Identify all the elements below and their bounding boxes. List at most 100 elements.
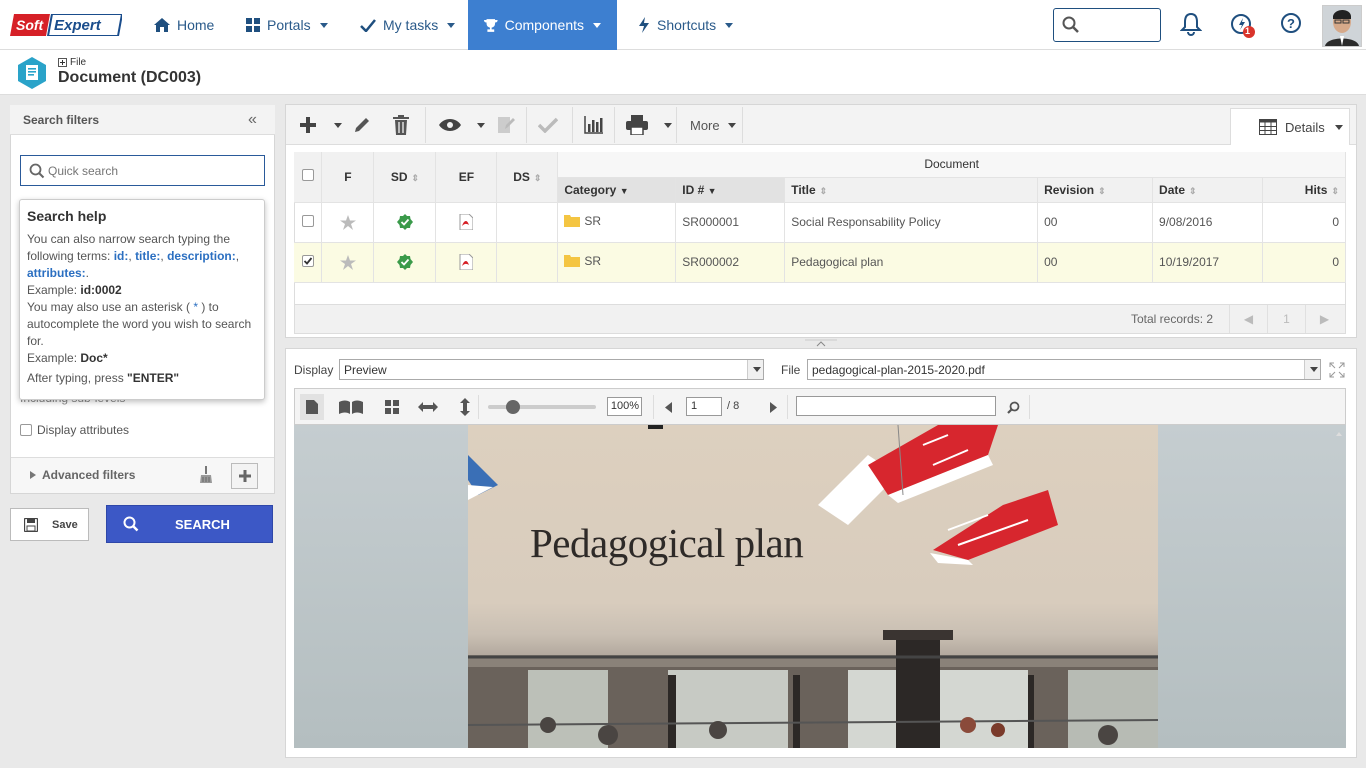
panel-splitter-handle[interactable] <box>805 338 837 348</box>
breadcrumb[interactable]: File <box>58 57 86 68</box>
bar-chart-icon <box>584 116 603 134</box>
next-page-icon[interactable] <box>767 398 779 416</box>
table-row-selected[interactable]: SR SR000002 Pedagogical plan 00 10/19/20… <box>294 242 1347 283</box>
trash-icon <box>393 115 409 135</box>
favorite-star-icon[interactable] <box>321 242 375 283</box>
previous-page-icon[interactable] <box>662 398 674 416</box>
display-attributes-option[interactable]: Display attributes <box>20 423 129 437</box>
select-all-checkbox[interactable] <box>301 169 314 182</box>
pdf-file-icon[interactable] <box>435 202 498 243</box>
favorite-star-icon[interactable] <box>321 202 375 243</box>
grid-icon <box>246 18 260 32</box>
column-header-title[interactable]: Title ⇕ <box>784 177 1039 203</box>
activity-compass-icon[interactable]: 1 <box>1230 12 1256 38</box>
zoom-slider-handle[interactable] <box>506 400 520 414</box>
statistics-button[interactable] <box>582 112 606 138</box>
softexpert-logo[interactable]: Soft Expert <box>10 14 122 36</box>
nav-shortcuts[interactable]: Shortcuts <box>622 0 749 50</box>
hits-cell: 0 <box>1262 242 1347 283</box>
hits-cell: 0 <box>1262 202 1347 243</box>
file-select[interactable]: pedagogical-plan-2015-2020.pdf <box>807 359 1321 380</box>
column-header-ds[interactable]: DS ⇕ <box>496 152 559 203</box>
column-header-date[interactable]: Date ⇕ <box>1152 177 1263 203</box>
collapse-panel-icon[interactable]: « <box>248 112 257 128</box>
two-page-view-icon[interactable] <box>338 398 364 416</box>
search-icon <box>1062 16 1079 33</box>
fit-height-icon[interactable] <box>458 398 472 416</box>
search-help-title: Search help <box>27 208 107 224</box>
thumbnail-grid-icon[interactable] <box>383 398 401 416</box>
display-select-value: Preview <box>344 363 387 377</box>
column-header-category[interactable]: Category ▼ <box>557 177 677 203</box>
find-in-document-input[interactable] <box>796 396 996 416</box>
title-cell: Pedagogical plan <box>784 242 1039 283</box>
chevron-down-icon <box>725 22 734 28</box>
edit-button[interactable] <box>350 112 374 138</box>
column-header-f[interactable]: F <box>321 152 375 203</box>
chevron-down-icon <box>319 22 328 28</box>
display-select[interactable]: Preview <box>339 359 764 380</box>
checkout-button[interactable] <box>495 112 517 138</box>
pdf-page-photo <box>468 425 1158 748</box>
column-header-sd[interactable]: SD ⇕ <box>373 152 437 203</box>
approve-button[interactable] <box>536 112 560 138</box>
page-number-input[interactable]: 1 <box>686 397 722 416</box>
clear-filters-broom-icon[interactable] <box>198 466 214 484</box>
search-button[interactable]: SEARCH <box>106 505 273 543</box>
zoom-slider[interactable] <box>488 405 596 409</box>
view-button[interactable] <box>437 112 463 138</box>
display-attributes-checkbox[interactable] <box>20 424 32 436</box>
pencil-icon <box>355 118 369 132</box>
previous-page-button[interactable]: ◀ <box>1229 305 1267 333</box>
details-view-tab[interactable]: Details <box>1230 108 1350 145</box>
find-search-icon[interactable] <box>1004 398 1022 416</box>
toolbar-divider <box>425 107 426 143</box>
logo-text-soft: Soft <box>16 17 45 33</box>
nav-my-tasks[interactable]: My tasks <box>344 0 471 50</box>
column-header-id[interactable]: ID # ▼ <box>675 177 786 203</box>
toolbar-divider <box>478 395 479 419</box>
document-table: F SD ⇕ EF DS ⇕ Document Category ▼ ID # ▼ … <box>294 152 1347 283</box>
more-menu-button[interactable]: More <box>680 105 746 145</box>
add-dropdown-button[interactable] <box>330 112 344 138</box>
nav-portals[interactable]: Portals <box>230 0 344 50</box>
table-row[interactable]: SR SR000001 Social Responsability Policy… <box>294 202 1347 243</box>
nav-components-label: Components <box>504 17 584 33</box>
column-header-hits[interactable]: Hits ⇕ <box>1262 177 1347 203</box>
toolbar-divider <box>526 107 527 143</box>
pdf-file-icon[interactable] <box>435 242 498 283</box>
row-checkbox-checked[interactable] <box>301 254 314 267</box>
print-button[interactable] <box>624 112 650 138</box>
more-menu-label: More <box>690 117 720 133</box>
add-button[interactable] <box>296 112 320 138</box>
zoom-level-field[interactable]: 100% <box>607 397 642 416</box>
toolbar-divider <box>787 395 788 419</box>
page-total-label: / 8 <box>727 400 740 412</box>
next-page-button[interactable]: ▶ <box>1305 305 1343 333</box>
fit-width-icon[interactable] <box>417 398 439 416</box>
file-label: File <box>781 363 801 377</box>
scrollbar-arrow-icon[interactable] <box>1336 430 1342 440</box>
view-dropdown-button[interactable] <box>473 112 487 138</box>
column-header-ef[interactable]: EF <box>435 152 498 203</box>
select-all-header[interactable] <box>294 152 323 203</box>
nav-components[interactable]: Components <box>468 0 617 50</box>
delete-button[interactable] <box>389 112 413 138</box>
document-group-header: Document <box>557 152 1346 178</box>
notifications-bell-icon[interactable] <box>1180 12 1206 38</box>
nav-my-tasks-label: My tasks <box>383 17 439 33</box>
quick-search-input[interactable] <box>48 163 258 179</box>
global-search-input[interactable] <box>1053 8 1161 42</box>
nav-home[interactable]: Home <box>138 0 230 50</box>
column-header-revision[interactable]: Revision ⇕ <box>1037 177 1154 203</box>
row-checkbox[interactable] <box>301 214 314 227</box>
print-dropdown-button[interactable] <box>660 112 674 138</box>
advanced-filters-toggle[interactable]: Advanced filters <box>30 468 135 482</box>
user-avatar[interactable] <box>1322 5 1362 47</box>
save-button[interactable]: Save <box>10 508 89 541</box>
fullscreen-expand-icon[interactable] <box>1329 362 1345 378</box>
add-filter-button[interactable] <box>231 463 258 489</box>
printer-icon <box>626 115 648 135</box>
single-page-view-icon[interactable] <box>300 394 324 420</box>
help-icon[interactable]: ? <box>1280 12 1306 38</box>
